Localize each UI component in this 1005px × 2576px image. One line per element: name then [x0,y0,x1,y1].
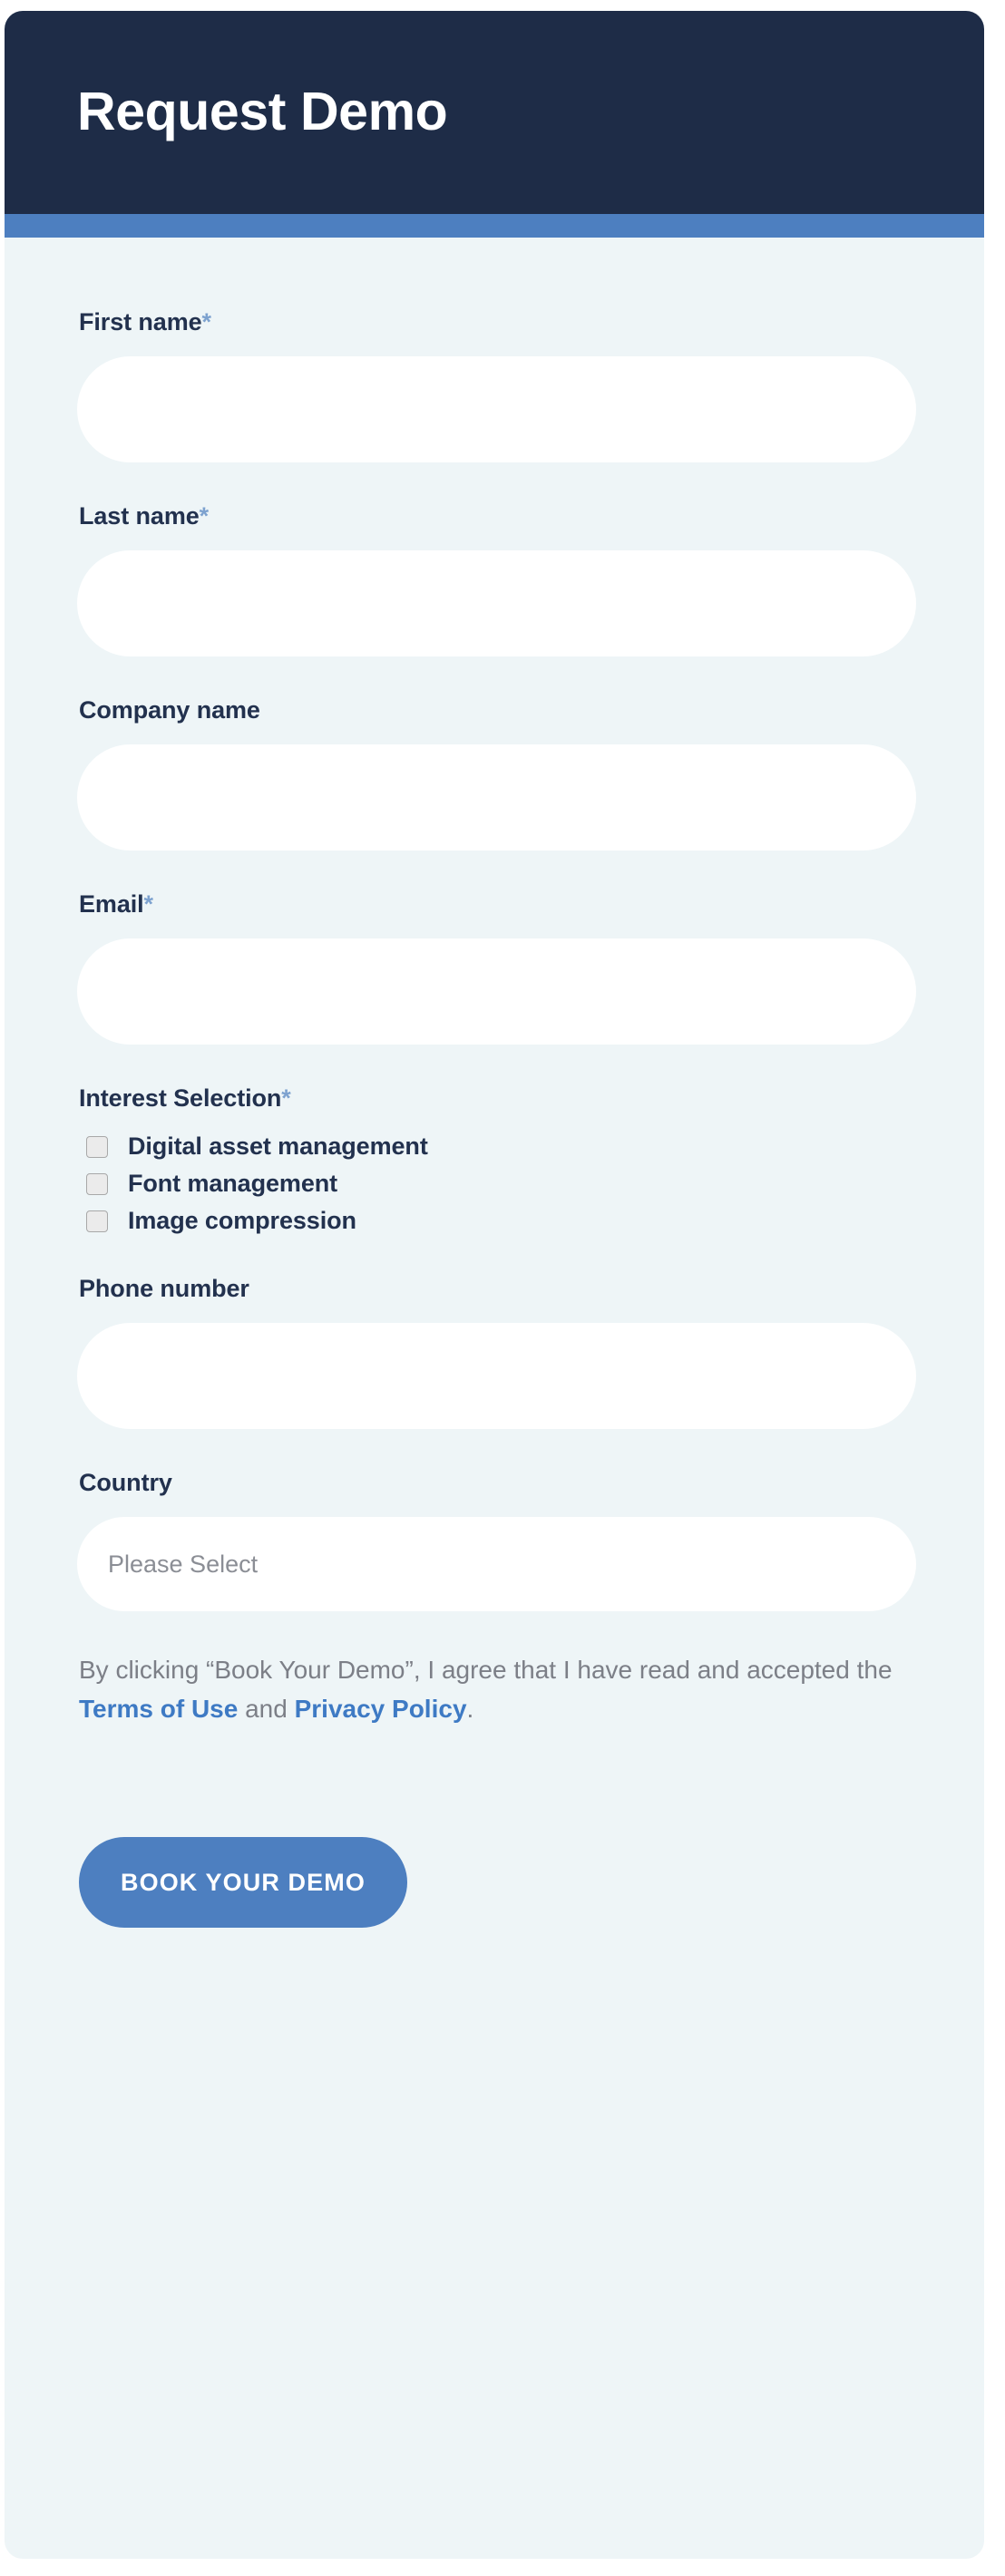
required-asterisk-email: * [143,890,154,918]
field-group-company-name: Company name [77,696,916,851]
field-group-email: Email* [77,890,916,1045]
form-header: Request Demo [5,11,984,214]
legal-text-part-1: By clicking “Book Your Demo”, I agree th… [79,1656,893,1684]
first-name-input[interactable] [77,356,916,462]
request-demo-form-card: Request Demo First name* Last name* Comp… [5,11,984,2559]
terms-of-use-link[interactable]: Terms of Use [79,1695,238,1723]
label-text-phone-number: Phone number [79,1275,249,1302]
field-group-last-name: Last name* [77,502,916,656]
required-asterisk-last-name: * [199,502,210,530]
legal-text-part-3: . [466,1694,474,1723]
label-text-interest-selection: Interest Selection [79,1084,282,1112]
label-phone-number: Phone number [79,1275,912,1303]
field-group-interest-selection: Interest Selection* Digital asset manage… [77,1084,912,1235]
legal-text-part-2: and [238,1694,295,1723]
label-interest-selection: Interest Selection* [79,1084,912,1113]
last-name-input[interactable] [77,550,916,656]
field-group-phone-number: Phone number [77,1275,916,1429]
label-text-last-name: Last name [79,502,200,530]
required-asterisk-first-name: * [201,308,212,335]
checkbox-row-font-management[interactable]: Font management [77,1170,912,1198]
interest-checkbox-list: Digital asset management Font management… [77,1132,912,1235]
label-last-name: Last name* [79,502,912,530]
company-name-input[interactable] [77,744,916,851]
label-text-company-name: Company name [79,696,260,724]
country-select[interactable]: Please Select [77,1517,916,1611]
phone-number-input[interactable] [77,1323,916,1429]
submit-button-wrapper: BOOK YOUR DEMO [77,1837,912,1929]
field-group-country: Country Please Select [77,1469,916,1611]
field-group-first-name: First name* [77,308,916,462]
label-country: Country [79,1469,912,1497]
checkbox-icon-font-management[interactable] [86,1172,108,1195]
checkbox-row-digital-asset-management[interactable]: Digital asset management [77,1132,912,1161]
label-text-country: Country [79,1469,172,1496]
label-company-name: Company name [79,696,912,724]
checkbox-label-font-management: Font management [128,1170,338,1197]
label-email: Email* [79,890,912,919]
legal-consent-text: By clicking “Book Your Demo”, I agree th… [79,1651,895,1728]
book-your-demo-button[interactable]: BOOK YOUR DEMO [79,1837,407,1929]
accent-divider-bar [5,214,984,238]
label-first-name: First name* [79,308,912,336]
privacy-policy-link[interactable]: Privacy Policy [295,1695,467,1723]
label-text-email: Email [79,890,144,918]
email-input[interactable] [77,938,916,1045]
checkbox-icon-digital-asset-management[interactable] [86,1135,108,1158]
page-title: Request Demo [77,82,448,142]
form-body: First name* Last name* Company name Emai… [5,238,984,1929]
checkbox-icon-image-compression[interactable] [86,1210,108,1232]
checkbox-row-image-compression[interactable]: Image compression [77,1207,912,1235]
required-asterisk-interest-selection: * [281,1084,291,1112]
checkbox-label-digital-asset-management: Digital asset management [128,1132,428,1160]
label-text-first-name: First name [79,308,202,335]
checkbox-label-image-compression: Image compression [128,1207,356,1234]
